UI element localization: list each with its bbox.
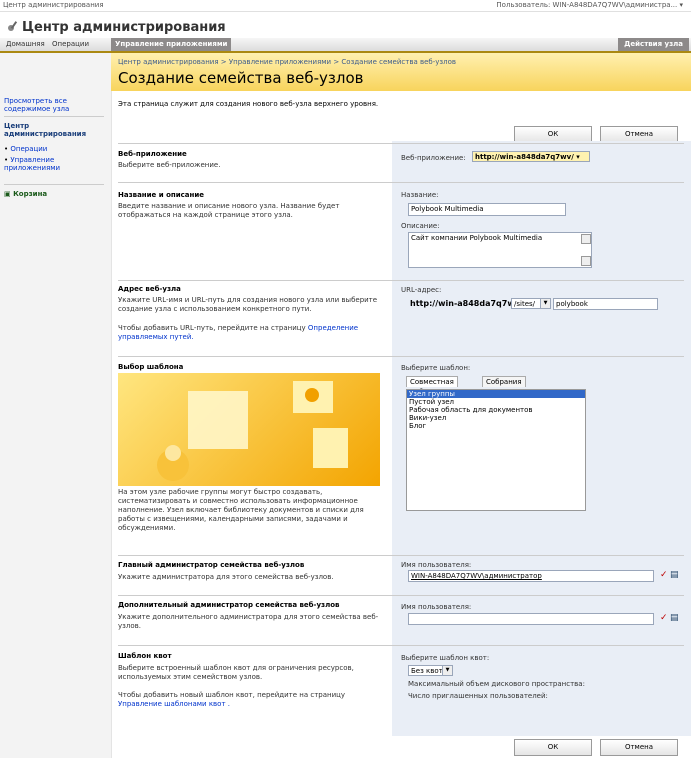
template-label: Выберите шаблон: [401, 364, 471, 372]
quota-section-text: Выберите встроенный шаблон квот для огра… [118, 664, 354, 681]
tab-home[interactable]: Домашняя [2, 38, 49, 51]
webapp-section-text: Выберите веб-приложение. [118, 161, 221, 169]
webapp-select[interactable]: http://win-a848da7q7wv/ ▾ [472, 151, 590, 162]
admin2-section-text: Укажите дополнительного администратора д… [118, 613, 379, 630]
admin-section-text: Укажите администратора для этого семейст… [118, 573, 334, 581]
template-illustration [157, 381, 348, 481]
check-names-icon[interactable]: ✓ [660, 570, 668, 580]
title-input[interactable]: Polybook Multimedia [408, 203, 566, 216]
webapp-label: Веб-приложение: [401, 154, 466, 162]
quota-templates-link[interactable]: Управление шаблонами квот . [118, 700, 230, 708]
divider [118, 356, 684, 357]
user-menu[interactable]: Пользователь: WIN-A848DA7Q7WV\администра… [496, 1, 683, 9]
divider [118, 182, 684, 183]
tab-collaboration[interactable]: Совместная работа [406, 376, 458, 396]
tools-icon [8, 21, 18, 31]
divider [118, 555, 684, 556]
page-description: Эта страница служит для создания нового … [118, 100, 379, 108]
divider [118, 645, 684, 646]
url-section-text: Укажите URL-имя и URL-путь для создания … [118, 296, 378, 313]
url-section-title: Адрес веб-узла [118, 285, 181, 293]
nav-central-admin[interactable]: Центр администрирования [4, 122, 104, 138]
central-admin-title[interactable]: Центр администрирования [22, 20, 226, 35]
recycle-bin-icon: ▣ [4, 190, 11, 198]
template-section-title: Выбор шаблона [118, 363, 184, 371]
title-bar: Центр администрирования [0, 12, 691, 38]
browse-address-book-icon[interactable]: ▤ [670, 613, 679, 623]
browse-address-book-icon[interactable]: ▤ [670, 570, 679, 580]
left-nav: Просмотреть все содержимое узла Центр ад… [0, 53, 112, 758]
admin-label: Имя пользователя: [401, 561, 472, 569]
webapp-section-title: Веб-приложение [118, 150, 187, 158]
ok-button-bottom[interactable]: ОК [514, 739, 592, 756]
quota-section-title: Шаблон квот [118, 652, 172, 660]
admin2-label: Имя пользователя: [401, 603, 472, 611]
divider [118, 143, 684, 144]
quota-select[interactable]: Без квоты ▼ [408, 665, 453, 676]
list-item[interactable]: Блог [407, 422, 585, 430]
url-base: http://win-a848da7q7wv [410, 299, 520, 308]
storage-limit-label: Максимальный объем дискового пространств… [408, 680, 585, 688]
list-item[interactable]: Узел группы [407, 390, 585, 398]
invited-users-label: Число приглашенных пользователей: [408, 692, 548, 700]
breadcrumb[interactable]: Центр администрирования > Управление при… [118, 58, 456, 66]
site-actions-menu[interactable]: Действия узла [618, 38, 689, 51]
check-names-icon[interactable]: ✓ [660, 613, 668, 623]
chevron-down-icon: ▼ [540, 299, 550, 308]
name-section-title: Название и описание [118, 191, 204, 199]
template-list[interactable]: Узел группы Пустой узел Рабочая область … [406, 389, 586, 511]
list-item[interactable]: Рабочая область для документов [407, 406, 585, 414]
scroll-up-icon[interactable] [581, 234, 591, 244]
top-nav-tabs: Домашняя Операции Управление приложениям… [0, 38, 691, 53]
description-textarea[interactable]: Сайт компании Polybook Multimedia [408, 232, 592, 268]
tab-application-management[interactable]: Управление приложениями [111, 38, 232, 51]
url-name-input[interactable]: polybook [553, 298, 658, 310]
view-all-content-link[interactable]: Просмотреть все содержимое узла [4, 97, 104, 113]
template-description: На этом узле рабочие группы могут быстро… [118, 488, 364, 532]
name-label: Название: [401, 191, 439, 199]
admin-section-title: Главный администратор семейства веб-узло… [118, 561, 305, 569]
url-path-select[interactable]: /sites/▼ [511, 298, 551, 309]
secondary-admin-input[interactable] [408, 613, 654, 625]
description-label: Описание: [401, 222, 440, 230]
chevron-down-icon: ▼ [442, 666, 452, 675]
url-section-text2: Чтобы добавить URL-путь, перейдите на ст… [118, 324, 359, 341]
nav-divider [4, 116, 104, 117]
recycle-bin-link[interactable]: ▣ Корзина [4, 190, 104, 198]
page-header: Центр администрирования > Управление при… [111, 53, 691, 91]
nav-app-management[interactable]: • Управление приложениями [4, 156, 104, 172]
top-bar: Центр администрирования Пользователь: WI… [0, 0, 691, 12]
nav-operations[interactable]: • Операции [4, 145, 104, 153]
primary-admin-input[interactable]: WIN-A848DA7Q7WV\администратор [408, 570, 654, 582]
divider [118, 280, 684, 281]
nav-divider [4, 184, 104, 185]
tab-meetings[interactable]: Собрания [482, 376, 526, 387]
name-section-text: Введите название и описание нового узла.… [118, 202, 340, 219]
template-preview-image [118, 373, 380, 486]
cancel-button-bottom[interactable]: Отмена [600, 739, 678, 756]
page-title: Создание семейства веб-узлов [118, 69, 364, 87]
admin2-section-title: Дополнительный администратор семейства в… [118, 601, 340, 609]
tab-operations[interactable]: Операции [48, 38, 93, 51]
list-item[interactable]: Вики-узел [407, 414, 585, 422]
site-name-link[interactable]: Центр администрирования [3, 1, 104, 9]
url-label: URL-адрес: [401, 286, 442, 294]
quota-label: Выберите шаблон квот: [401, 654, 490, 662]
list-item[interactable]: Пустой узел [407, 398, 585, 406]
quota-section-text2: Чтобы добавить новый шаблон квот, перейд… [118, 691, 346, 708]
scroll-down-icon[interactable] [581, 256, 591, 266]
divider [118, 595, 684, 596]
